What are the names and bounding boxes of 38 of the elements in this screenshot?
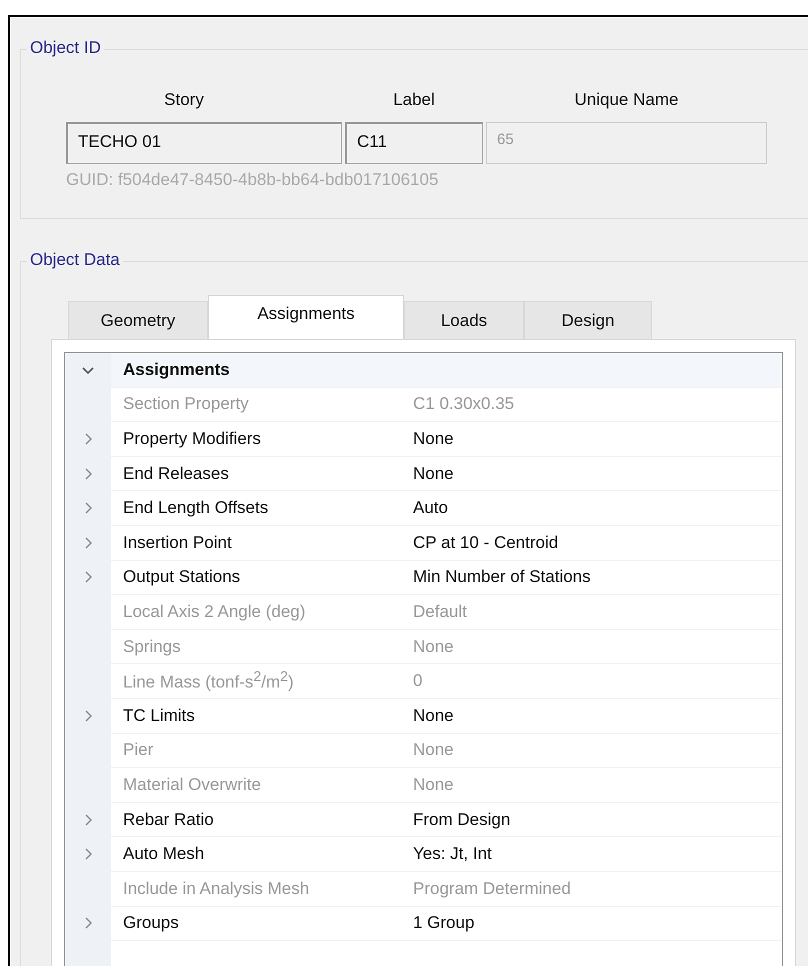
property-label: Line Mass (tonf-s$^{2}$/m$^{2}$) bbox=[122, 669, 295, 693]
tab[interactable]: Design bbox=[524, 301, 652, 339]
property-value[interactable]: None bbox=[413, 428, 454, 449]
property-label: Insertion Point bbox=[122, 532, 233, 553]
property-value[interactable]: 1 Group bbox=[413, 913, 474, 934]
property-value[interactable]: Yes: Jt, Int bbox=[413, 844, 492, 864]
property-label: End Releases bbox=[122, 464, 230, 484]
property-label: Local Axis 2 Angle (deg) bbox=[122, 602, 306, 622]
tab[interactable]: Loads bbox=[404, 301, 524, 339]
property-label: Output Stations bbox=[122, 567, 242, 588]
property-label: End Length Offsets bbox=[122, 498, 270, 518]
column-header: Label bbox=[392, 90, 436, 110]
category-label: Assignments bbox=[122, 360, 230, 380]
column-header: Unique Name bbox=[574, 90, 680, 110]
property-label: Section Property bbox=[122, 394, 250, 414]
property-label: TC Limits bbox=[122, 706, 196, 726]
property-label: Springs bbox=[122, 636, 182, 657]
property-value[interactable]: From Design bbox=[413, 810, 510, 830]
text-field[interactable]: TECHO 01 bbox=[66, 122, 342, 164]
property-label: Include in Analysis Mesh bbox=[122, 878, 310, 899]
tab[interactable]: Assignments bbox=[208, 295, 404, 339]
property-label: Property Modifiers bbox=[122, 428, 262, 449]
text-field[interactable]: C11 bbox=[345, 122, 483, 164]
group-title: Object Data bbox=[27, 250, 123, 270]
column-header: Story bbox=[163, 90, 205, 110]
guid-text: GUID: f504de47-8450-4b8b-bb64-bdb017106105 bbox=[66, 170, 440, 190]
property-value[interactable]: None bbox=[413, 706, 454, 726]
property-value[interactable]: Auto bbox=[413, 498, 448, 518]
property-label: Pier bbox=[122, 740, 154, 760]
property-label: Material Overwrite bbox=[122, 774, 262, 795]
property-value[interactable]: Min Number of Stations bbox=[413, 567, 591, 588]
property-value[interactable]: CP at 10 - Centroid bbox=[413, 532, 558, 553]
property-label: Rebar Ratio bbox=[122, 810, 215, 830]
tab[interactable]: Geometry bbox=[68, 301, 208, 339]
property-label: Groups bbox=[122, 913, 180, 934]
property-value[interactable]: None bbox=[413, 464, 454, 484]
property-label: Auto Mesh bbox=[122, 844, 206, 864]
group-title: Object ID bbox=[27, 38, 104, 58]
